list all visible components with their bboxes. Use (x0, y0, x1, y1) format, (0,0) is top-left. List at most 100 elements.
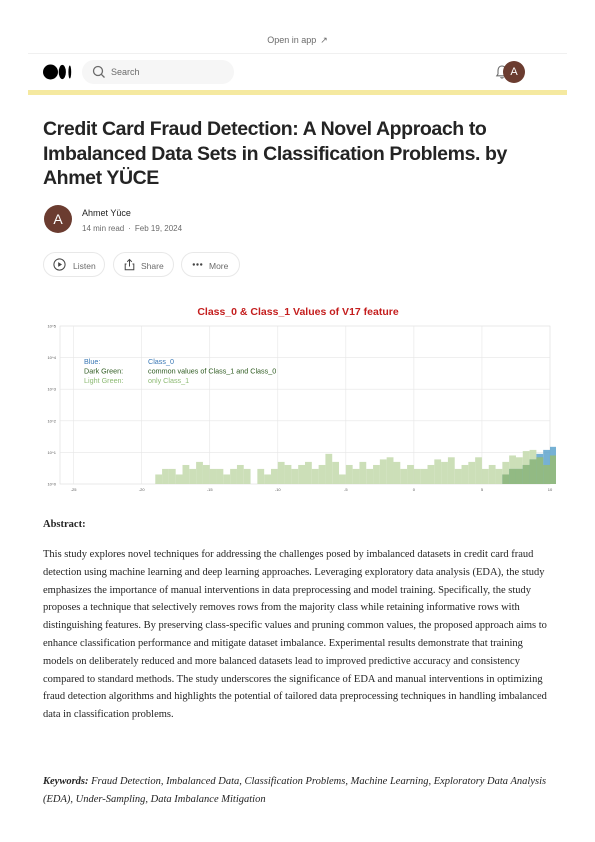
x-tick-label: -15 (207, 487, 214, 492)
legend-key: Dark Green: (84, 367, 123, 376)
keywords-label: Keywords: (43, 776, 89, 787)
overlap-bar (509, 468, 516, 484)
class1-bar (447, 457, 455, 484)
legend-desc: only Class_1 (148, 376, 189, 385)
class1-bar (427, 464, 435, 484)
y-tick-label: 10^0 (47, 482, 56, 487)
y-tick-label: 10^5 (47, 324, 56, 329)
keywords-text: Fraud Detection, Imbalanced Data, Classi… (43, 776, 547, 805)
x-tick-label: -25 (71, 487, 78, 492)
open-in-app-link[interactable]: Open in app ↗ (0, 35, 595, 46)
class1-bar (386, 457, 394, 484)
class1-bar (441, 461, 448, 484)
class1-bar (325, 453, 333, 484)
overlap-bar (536, 457, 544, 484)
class1-bar (298, 464, 305, 484)
article-meta: 14 min read · Feb 19, 2024 (82, 224, 182, 233)
class1-bar (311, 468, 319, 484)
x-tick-label: -20 (139, 487, 146, 492)
more-dots-icon (192, 263, 203, 266)
class1-bar (182, 464, 190, 484)
class1-bar (400, 468, 408, 484)
x-tick-label: 5 (481, 487, 484, 492)
x-tick-label: 0 (413, 487, 416, 492)
class1-bar (339, 474, 346, 484)
play-circle-icon (53, 258, 66, 271)
overlap-bar (550, 455, 556, 484)
class1-bar (175, 474, 183, 484)
class1-bar (284, 464, 292, 484)
class1-bar (413, 468, 421, 484)
abstract-paragraph: This study explores novel techniques for… (43, 549, 547, 721)
class1-bar (332, 461, 340, 484)
x-tick-label: 10 (548, 487, 553, 492)
overlap-bar (515, 468, 523, 484)
separator-dot: · (128, 224, 131, 233)
class1-bar (168, 468, 176, 484)
class1-bar (209, 468, 217, 484)
class1-bar (162, 468, 169, 484)
listen-label: Listen (73, 261, 96, 271)
class1-bar (359, 461, 367, 484)
search-icon (92, 65, 105, 78)
share-button[interactable]: Share (113, 252, 174, 277)
more-label: More (209, 261, 229, 271)
class1-bar (481, 468, 489, 484)
class1-bar (196, 461, 203, 484)
class1-bar (407, 464, 414, 484)
class1-bar (270, 468, 278, 484)
class1-bar (475, 457, 482, 484)
legend-key: Light Green: (84, 376, 124, 385)
class1-bar (216, 468, 224, 484)
arrow-up-right-icon: ↗ (320, 35, 328, 45)
class1-bar (420, 468, 428, 484)
abstract-heading: Abstract: (43, 519, 86, 530)
class1-bar (264, 474, 271, 484)
share-icon (124, 258, 135, 271)
class1-bar (461, 464, 469, 484)
class1-bar (434, 459, 442, 484)
divider (28, 53, 567, 54)
class1-bar (236, 464, 244, 484)
medium-logo-icon[interactable] (43, 64, 73, 80)
class1-bar (230, 468, 237, 484)
user-avatar[interactable]: A (503, 61, 525, 83)
author-name[interactable]: Ahmet Yüce (82, 208, 131, 218)
search-input[interactable]: Search (82, 60, 234, 84)
class1-bar (257, 468, 265, 484)
class1-bar (373, 464, 380, 484)
class1-bar (277, 461, 285, 484)
class1-bar (352, 468, 360, 484)
overlap-bar (543, 464, 550, 484)
class1-bar (291, 468, 299, 484)
top-nav: Search A (28, 58, 567, 88)
class1-bar (488, 464, 496, 484)
class1-bar (366, 468, 374, 484)
x-tick-label: -10 (275, 487, 282, 492)
class1-bar (379, 459, 387, 484)
class1-bar (468, 461, 476, 484)
class1-bar (243, 468, 251, 484)
publish-date: Feb 19, 2024 (134, 224, 183, 233)
open-in-app-label[interactable]: Open in app (267, 35, 316, 45)
class1-bar (305, 461, 312, 484)
legend-key: Blue: (84, 357, 100, 366)
author-avatar[interactable]: A (44, 205, 72, 233)
more-button[interactable]: More (181, 252, 240, 277)
share-label: Share (141, 261, 164, 271)
v17-histogram-chart: Class_0 & Class_1 Values of V17 feature 1… (47, 306, 556, 492)
class1-bar (393, 461, 401, 484)
y-tick-label: 10^1 (47, 450, 56, 455)
y-tick-label: 10^3 (47, 387, 56, 392)
y-tick-label: 10^4 (47, 355, 56, 360)
article-title: Credit Card Fraud Detection: A Novel App… (43, 118, 508, 189)
class1-bar (345, 464, 353, 484)
search-placeholder: Search (111, 67, 140, 77)
banner-strip (28, 90, 567, 95)
class1-bar (454, 468, 462, 484)
overlap-bar (502, 474, 510, 484)
x-tick-label: -5 (344, 487, 348, 492)
keywords-paragraph: Keywords: Fraud Detection, Imbalanced Da… (43, 773, 553, 809)
class1-bar (223, 474, 231, 484)
listen-button[interactable]: Listen (43, 252, 105, 277)
